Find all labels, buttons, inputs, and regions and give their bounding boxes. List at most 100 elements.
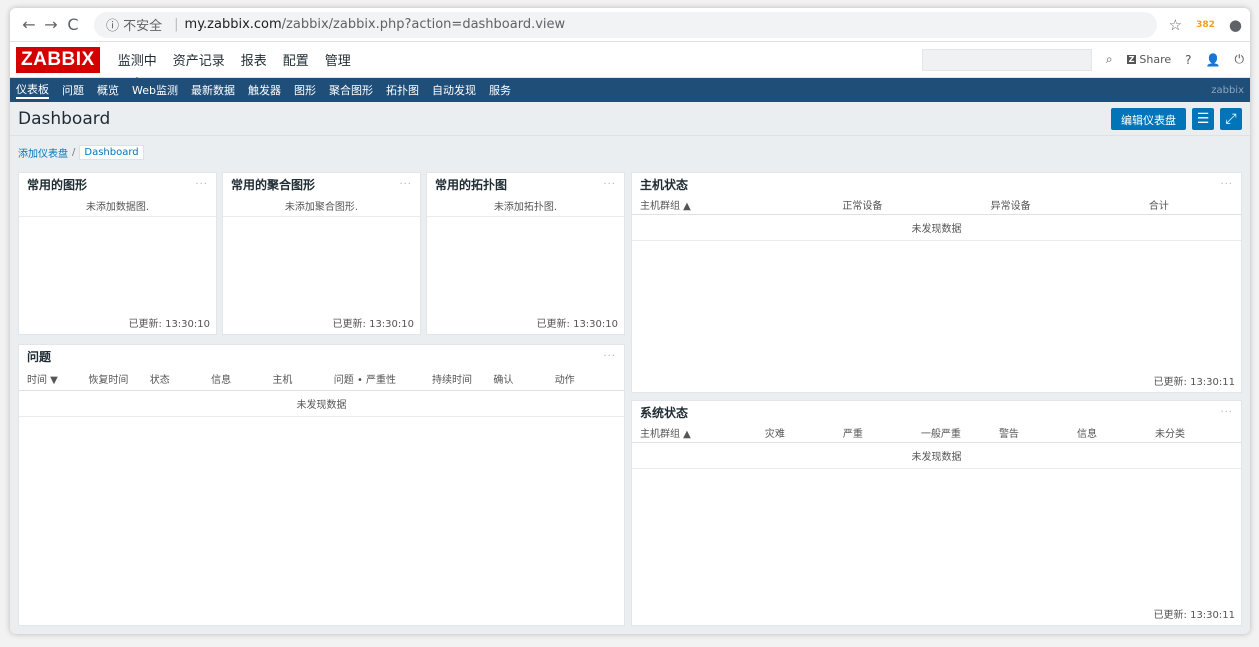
column-information: 信息	[1076, 429, 1097, 440]
zabbix-logo[interactable]: ZABBIX	[16, 46, 100, 73]
column-status: 状态	[149, 375, 170, 386]
browser-toolbar: ← → C ⓘ 不安全 | my.zabbix.com /zabbix/zabb…	[10, 8, 1250, 42]
widget-menu-icon[interactable]: ···	[195, 179, 208, 190]
empty-message: 未添加聚合图形.	[223, 195, 420, 217]
page-title: Dashboard	[18, 108, 111, 129]
no-data-message: 未发现数据	[19, 391, 624, 417]
submenu-services[interactable]: 服务	[489, 82, 511, 98]
widget-title: 常用的聚合图形	[231, 177, 316, 192]
sub-menu: 仪表板 问题 概览 Web监测 最新数据 触发器 图形 聚合图形 拓扑图 自动发…	[10, 78, 1250, 102]
table-header: 时间 ▼ 恢复时间 状态 信息 主机 问题 • 严重性 持续时间 确认 动作	[19, 367, 624, 391]
widget-title: 主机状态	[640, 177, 689, 192]
edit-dashboard-button[interactable]: 编辑仪表盘	[1111, 107, 1186, 130]
submenu-latest-data[interactable]: 最新数据	[191, 82, 235, 98]
column-warning: 警告	[998, 429, 1019, 440]
widget-menu-icon[interactable]: ···	[399, 179, 412, 190]
widget-favourite-maps: 常用的拓扑图 ··· 未添加拓扑图. 已更新: 13:30:10	[426, 172, 625, 335]
forward-icon[interactable]: →	[40, 15, 62, 34]
column-not-classified: 未分类	[1155, 429, 1185, 440]
column-time[interactable]: 时间 ▼	[27, 371, 88, 386]
column-info: 信息	[211, 375, 232, 386]
menu-monitoring[interactable]: 监测中	[116, 42, 159, 83]
breadcrumb-root[interactable]: 添加仪表盘	[18, 145, 68, 160]
widget-problems: 问题 ··· 时间 ▼ 恢复时间 状态 信息 主机 问题 • 严重性 持续时间 …	[18, 344, 625, 626]
updated-time: 已更新: 13:30:10	[128, 319, 210, 330]
table-header: 主机群组 ▲ 灾难 严重 一般严重 警告 信息 未分类	[632, 423, 1241, 443]
url-separator: |	[174, 17, 179, 32]
insecure-label[interactable]: ⓘ 不安全	[106, 15, 162, 34]
submenu-web[interactable]: Web监测	[132, 82, 178, 98]
updated-time: 已更新: 13:30:11	[1153, 377, 1235, 388]
submenu-discovery[interactable]: 自动发现	[432, 82, 476, 98]
widget-menu-icon[interactable]: ···	[1220, 407, 1233, 418]
column-host-group[interactable]: 主机群组 ▲	[640, 425, 765, 440]
column-actions: 动作	[554, 375, 575, 386]
search-icon[interactable]: ⌕	[1106, 52, 1113, 67]
back-icon[interactable]: ←	[18, 15, 40, 34]
updated-time: 已更新: 13:30:11	[1153, 610, 1235, 621]
user-profile-icon[interactable]: 👤	[1206, 53, 1221, 67]
help-icon[interactable]: ?	[1185, 53, 1191, 67]
search-input[interactable]	[921, 48, 1092, 71]
main-menu: 监测中 资产记录 报表 配置 管理	[116, 42, 353, 83]
submenu-maps[interactable]: 拓扑图	[386, 82, 419, 98]
widget-system-status: 系统状态 ··· 主机群组 ▲ 灾难 严重 一般严重 警告 信息 未分类 未发现…	[631, 400, 1242, 626]
reload-icon[interactable]: C	[62, 15, 84, 34]
widget-title: 问题	[27, 349, 52, 364]
empty-message: 未添加数据图.	[19, 195, 216, 217]
app-window: ← → C ⓘ 不安全 | my.zabbix.com /zabbix/zabb…	[10, 8, 1250, 634]
menu-administration[interactable]: 管理	[323, 42, 353, 77]
profile-icon[interactable]: ●	[1229, 16, 1242, 34]
submenu-overview[interactable]: 概览	[97, 82, 119, 98]
url-path: /zabbix/zabbix.php?action=dashboard.view	[281, 17, 566, 32]
extension-icon[interactable]: 382	[1196, 20, 1215, 30]
menu-reports[interactable]: 报表	[239, 42, 269, 77]
submenu-screens[interactable]: 聚合图形	[329, 82, 373, 98]
column-problem: 异常设备	[990, 201, 1031, 212]
widget-title: 常用的图形	[27, 177, 88, 192]
column-host: 主机	[272, 375, 293, 386]
menu-inventory[interactable]: 资产记录	[171, 42, 227, 77]
widget-title: 常用的拓扑图	[435, 177, 508, 192]
submenu-problems[interactable]: 问题	[62, 82, 84, 98]
app-header: ZABBIX 监测中 资产记录 报表 配置 管理 ⌕ Z Share ? 👤 ⏻	[10, 42, 1250, 83]
column-recovery-time: 恢复时间	[88, 375, 129, 386]
column-disaster: 灾难	[764, 429, 785, 440]
widget-menu-icon[interactable]: ···	[1220, 179, 1233, 190]
share-button[interactable]: Z Share	[1126, 53, 1172, 66]
widget-favourite-screens: 常用的聚合图形 ··· 未添加聚合图形. 已更新: 13:30:10	[222, 172, 421, 335]
column-ack: 确认	[493, 375, 514, 386]
widget-favourite-graphs: 常用的图形 ··· 未添加数据图. 已更新: 13:30:10	[18, 172, 217, 335]
column-problem-severity: 问题 • 严重性	[333, 375, 397, 386]
widget-title: 系统状态	[640, 405, 689, 420]
submenu-graphs[interactable]: 图形	[294, 82, 316, 98]
title-bar: Dashboard 编辑仪表盘 ☰ ⤢	[10, 102, 1250, 136]
no-data-message: 未发现数据	[632, 215, 1241, 241]
submenu-triggers[interactable]: 触发器	[248, 82, 281, 98]
list-icon[interactable]: ☰	[1192, 107, 1214, 130]
widget-menu-icon[interactable]: ···	[603, 179, 616, 190]
table-header: 主机群组 ▲ 正常设备 异常设备 合计	[632, 195, 1241, 215]
username-label: zabbix	[1211, 84, 1244, 96]
updated-time: 已更新: 13:30:10	[536, 319, 618, 330]
breadcrumb-separator: /	[72, 146, 76, 158]
column-host-group[interactable]: 主机群组 ▲	[640, 197, 788, 212]
column-high: 严重	[842, 429, 863, 440]
bookmark-star-icon[interactable]: ☆	[1169, 16, 1182, 34]
breadcrumb-current[interactable]: Dashboard	[79, 144, 144, 160]
share-label: Share	[1139, 53, 1172, 66]
submenu-dashboard[interactable]: 仪表板	[16, 81, 49, 99]
column-ok: 正常设备	[842, 201, 883, 212]
share-z-icon: Z	[1126, 55, 1137, 64]
fullscreen-icon[interactable]: ⤢	[1220, 107, 1242, 130]
url-host: my.zabbix.com	[184, 17, 282, 32]
column-average: 一般严重	[920, 429, 961, 440]
updated-time: 已更新: 13:30:10	[332, 319, 414, 330]
column-total: 合计	[1148, 201, 1169, 212]
widget-menu-icon[interactable]: ···	[603, 351, 616, 362]
address-bar[interactable]: ⓘ 不安全 | my.zabbix.com /zabbix/zabbix.php…	[94, 11, 1157, 38]
widget-host-status: 主机状态 ··· 主机群组 ▲ 正常设备 异常设备 合计 未发现数据 已更新: …	[631, 172, 1242, 393]
column-duration: 持续时间	[431, 375, 472, 386]
menu-configuration[interactable]: 配置	[281, 42, 311, 77]
logout-icon[interactable]: ⏻	[1235, 52, 1245, 67]
